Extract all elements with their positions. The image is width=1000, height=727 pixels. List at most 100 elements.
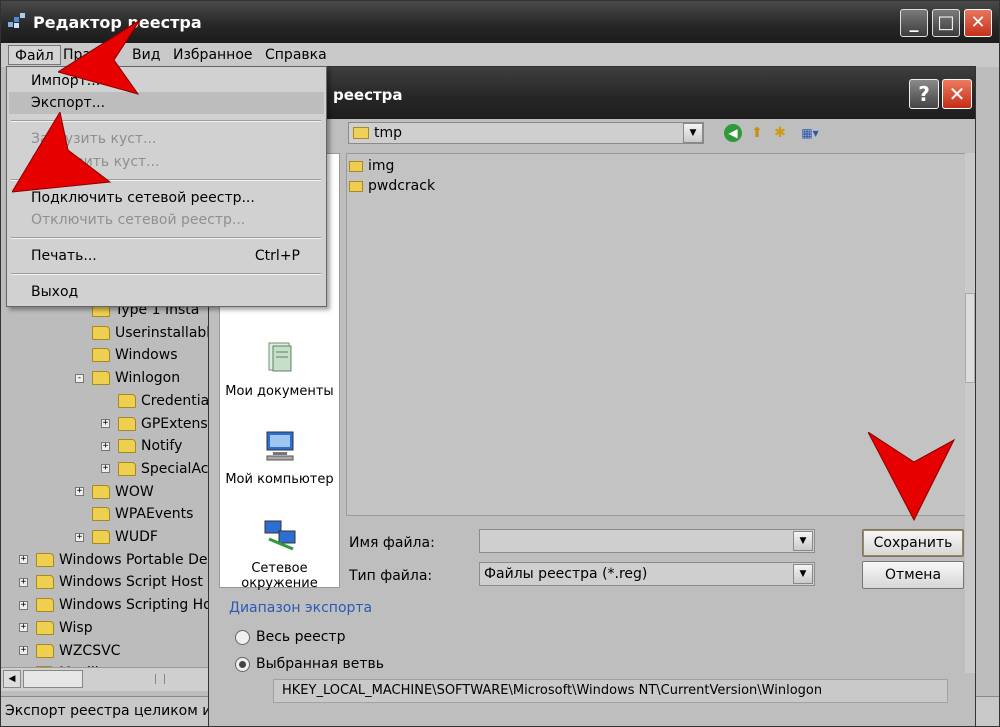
menu-item-label: Выход (31, 284, 79, 300)
scroll-thumb[interactable] (965, 293, 975, 383)
expand-icon[interactable]: + (19, 577, 28, 587)
tree-row-label: Winlogon (115, 370, 181, 387)
folder-icon (118, 393, 136, 408)
cancel-button[interactable]: Отмена (862, 561, 964, 589)
chevron-down-icon[interactable]: ▼ (793, 531, 813, 551)
my-documents-icon (268, 342, 291, 372)
tree-row-label: GPExtens (141, 415, 208, 432)
list-item[interactable]: img (349, 156, 394, 176)
filetype-label: Тип файла: (349, 568, 433, 584)
tree-row[interactable]: WPAEvents (75, 503, 193, 525)
view-menu-icon[interactable]: ▦▾ (796, 124, 824, 142)
tree-row[interactable]: Userinstallabl (75, 322, 209, 344)
tree-row[interactable]: + SpecialAc (101, 458, 208, 480)
expand-icon[interactable]: + (75, 487, 84, 497)
folder-icon (118, 439, 136, 454)
expand-icon[interactable]: + (19, 623, 28, 633)
folder-icon (92, 325, 110, 340)
file-menu-item[interactable]: Импорт... (9, 70, 324, 92)
tree-horizontal-scrollbar[interactable]: ◀ (1, 667, 209, 691)
folder-select[interactable]: tmp ▼ (348, 122, 704, 144)
radio-button[interactable] (235, 656, 250, 672)
filename-input[interactable]: ▼ (479, 529, 815, 553)
expand-icon[interactable]: + (101, 464, 110, 474)
place-my-computer[interactable]: Мой компьютер (220, 428, 339, 487)
expand-icon[interactable]: + (19, 600, 28, 610)
tree-row[interactable]: + WOW (75, 481, 154, 503)
expand-icon[interactable]: + (101, 441, 110, 451)
menu-shortcut: Ctrl+P (254, 248, 300, 264)
vertical-scrollbar[interactable] (965, 153, 975, 673)
place-label: Мой компьютер (225, 472, 334, 487)
menu-separator (11, 273, 321, 275)
back-icon[interactable]: ◀ (724, 124, 742, 142)
folder-icon (36, 552, 54, 567)
expand-icon[interactable]: + (75, 532, 84, 542)
filename-label: Имя файла: (349, 535, 435, 551)
radio-button[interactable] (235, 629, 250, 645)
tree-row-label: Windows Portable De (59, 551, 208, 568)
menu-favorites[interactable]: Избранное (167, 45, 259, 65)
tree-row[interactable]: + Windows Script Host (19, 571, 203, 593)
tree-row[interactable]: + GPExtens (101, 413, 208, 435)
folder-icon (36, 620, 54, 635)
tree-row-label: Credentia (141, 392, 209, 409)
save-button[interactable]: Сохранить (862, 529, 964, 557)
folder-icon (353, 127, 369, 139)
scroll-thumb[interactable] (23, 670, 83, 688)
folder-icon (92, 484, 110, 499)
file-menu-item[interactable]: Печать... Ctrl+P (9, 245, 324, 267)
tree-row[interactable]: Credentia (101, 390, 209, 412)
dialog-close-button[interactable]: ✕ (942, 79, 972, 109)
tree-row[interactable]: + WZCSVC (19, 640, 120, 662)
file-menu-item[interactable]: Экспорт... (9, 92, 324, 114)
tree-row[interactable]: + Windows Scripting Ho (19, 594, 209, 616)
folder-icon (118, 416, 136, 431)
expand-icon[interactable]: + (19, 555, 28, 565)
new-folder-icon[interactable]: ✱ (771, 124, 789, 142)
up-folder-icon[interactable]: ⬆ (748, 124, 766, 142)
folder-icon (36, 598, 54, 613)
file-menu-item[interactable]: Выход (9, 281, 324, 303)
list-item[interactable]: pwdcrack (349, 176, 435, 196)
dialog-title: реестра (333, 86, 403, 104)
chevron-down-icon[interactable]: ▼ (683, 123, 703, 143)
tree-row[interactable]: + Windows Portable De (19, 549, 208, 571)
maximize-button[interactable]: □ (932, 9, 960, 37)
folder-icon (36, 575, 54, 590)
menu-separator (11, 237, 321, 239)
radio-all-registry[interactable]: Весь реестр (235, 629, 345, 645)
branch-path-input[interactable]: HKEY_LOCAL_MACHINE\SOFTWARE\Microsoft\Wi… (273, 679, 948, 703)
menu-help[interactable]: Справка (259, 45, 333, 65)
tree-row[interactable]: + Wisp (19, 617, 93, 639)
expand-icon[interactable]: + (101, 419, 110, 428)
tree-row-label: Userinstallabl (115, 324, 209, 341)
help-button[interactable]: ? (909, 79, 939, 109)
folder-icon (349, 160, 363, 172)
folder-icon (92, 348, 110, 363)
tree-row-label: WPAEvents (115, 506, 194, 523)
folder-icon (92, 371, 110, 386)
main-titlebar[interactable]: Редактор реестра _ □ ✕ (1, 1, 999, 43)
tree-row[interactable]: + WUDF (75, 526, 158, 548)
close-button[interactable]: ✕ (964, 9, 992, 37)
tree-row[interactable]: Windows (75, 344, 178, 366)
folder-icon (92, 530, 110, 544)
tree-row-label: Wisp (59, 619, 93, 636)
place-my-documents[interactable]: Мои документы (220, 340, 339, 399)
scroll-left-icon[interactable]: ◀ (3, 670, 21, 688)
filetype-select[interactable]: Файлы реестра (*.reg) ▼ (479, 562, 815, 586)
tree-row[interactable]: + Notify (101, 435, 182, 457)
menu-item-label: Печать... (31, 248, 97, 264)
minimize-button[interactable]: _ (900, 9, 928, 37)
menu-file[interactable]: Файл (8, 45, 61, 65)
place-network[interactable]: Сетевое окружение (220, 517, 339, 591)
tree-row-label: WZCSVC (59, 642, 121, 659)
tree-row[interactable]: - Winlogon (75, 367, 180, 389)
folder-select-value: tmp (374, 125, 403, 141)
chevron-down-icon[interactable]: ▼ (793, 564, 813, 584)
file-name: img (368, 158, 395, 174)
radio-selected-branch[interactable]: Выбранная ветвь (235, 656, 384, 672)
collapse-icon[interactable]: - (75, 373, 84, 383)
expand-icon[interactable]: + (19, 646, 28, 655)
